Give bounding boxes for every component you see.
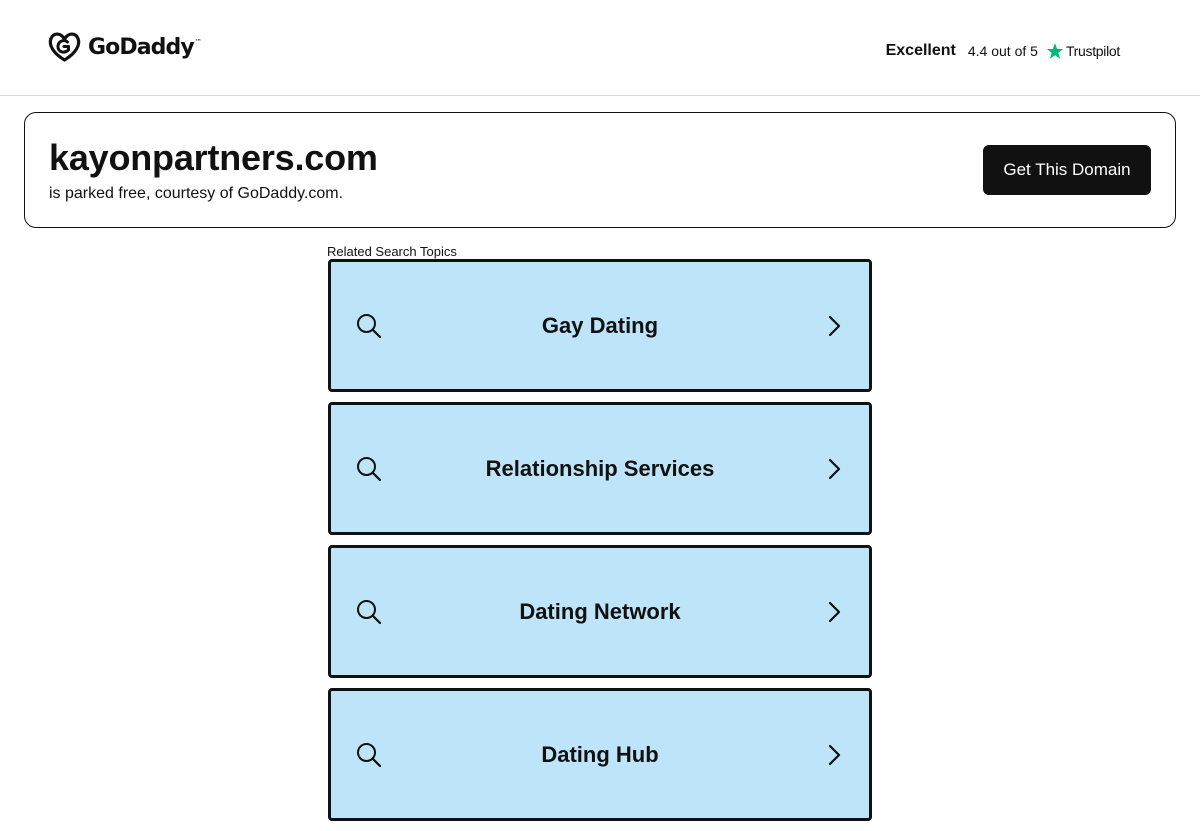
trustpilot-star-icon — [1046, 43, 1064, 59]
topic-item-dating-network[interactable]: Dating Network — [328, 545, 872, 678]
rating-label: Excellent — [885, 42, 956, 59]
topic-label: Gay Dating — [541, 312, 659, 338]
topic-item-dating-hub[interactable]: Dating Hub — [328, 688, 872, 821]
related-topics-list: Gay Dating Relationship Services Dating … — [328, 259, 872, 831]
godaddy-logo[interactable]: GoDaddy ™ — [47, 31, 202, 63]
trustpilot-label: Trustpilot — [1065, 43, 1120, 59]
rating-score: 4.4 out of 5 — [967, 43, 1038, 59]
chevron-right-icon — [828, 601, 841, 622]
search-icon — [357, 742, 382, 767]
topic-item-relationship-services[interactable]: Relationship Services — [328, 402, 872, 535]
chevron-right-icon — [828, 744, 841, 765]
search-icon — [357, 313, 382, 338]
topic-label: Dating Network — [519, 598, 681, 624]
topic-label: Relationship Services — [485, 455, 715, 481]
trustpilot-rating[interactable]: Excellent 4.4 out of 5 Trustpilot — [885, 41, 1121, 61]
search-icon — [357, 456, 382, 481]
site-header: GoDaddy ™ Excellent 4.4 out of 5 Trustpil… — [0, 0, 1200, 96]
related-search-label: Related Search Topics — [327, 244, 457, 259]
domain-card: kayonpartners.com is parked free, courte… — [24, 112, 1176, 228]
domain-name: kayonpartners.com — [49, 137, 378, 178]
get-this-domain-button[interactable]: Get This Domain — [983, 145, 1151, 195]
chevron-right-icon — [828, 315, 841, 336]
topic-label: Dating Hub — [541, 741, 659, 767]
domain-subtitle: is parked free, courtesy of GoDaddy.com. — [49, 185, 344, 202]
search-icon — [357, 599, 382, 624]
logo-wordmark: GoDaddy ™ — [88, 34, 202, 60]
topic-item-gay-dating[interactable]: Gay Dating — [328, 259, 872, 392]
godaddy-logo-icon — [48, 32, 81, 62]
chevron-right-icon — [828, 458, 841, 479]
